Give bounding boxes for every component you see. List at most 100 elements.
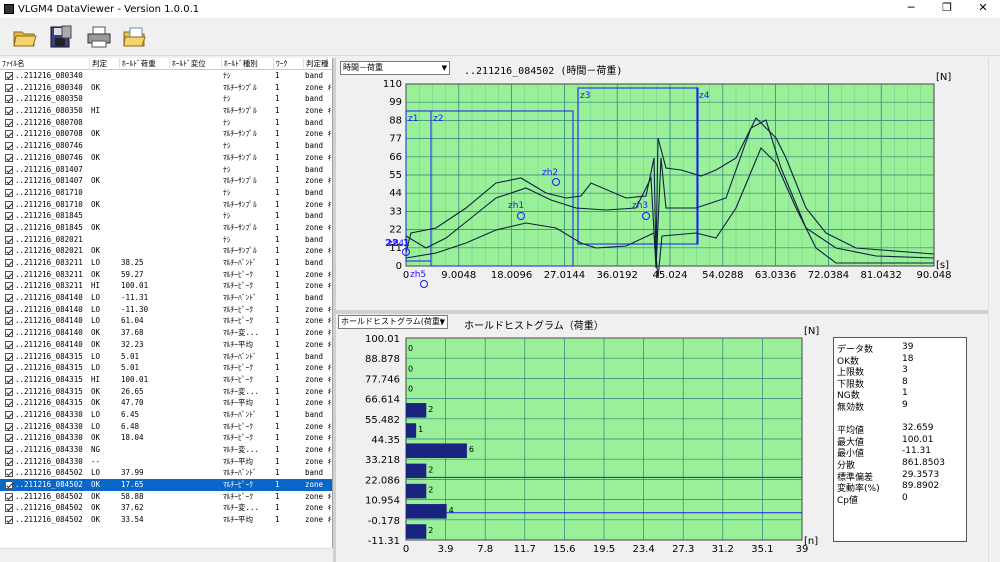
table-row[interactable]: ..211216_081710 ﾅｼ 1 band <box>0 187 332 199</box>
table-row[interactable]: ..211216_084315 LO 5.01 ﾏﾙﾁｰﾊﾞﾝﾄﾞ 1 band <box>0 351 332 363</box>
row-checkbox[interactable] <box>5 200 13 209</box>
row-checkbox[interactable] <box>5 188 13 197</box>
table-row[interactable]: ..211216_084502 OK 37.62 ﾏﾙﾁｰ変... 1 zone ｷ <box>0 502 332 514</box>
row-checkbox[interactable] <box>5 387 13 396</box>
row-checkbox[interactable] <box>5 235 13 244</box>
table-row[interactable]: ..211216_084140 LO -11.31 ﾏﾙﾁｰﾊﾞﾝﾄﾞ 1 band <box>0 292 332 304</box>
cell-work: 1 <box>275 258 280 267</box>
table-row[interactable]: ..211216_084315 OK 26.65 ﾏﾙﾁｰ変... 1 zone ｷ <box>0 386 332 398</box>
row-checkbox[interactable] <box>5 83 13 92</box>
table-row[interactable]: ..211216_084502 OK 33.54 ﾏﾙﾁｰ平均 1 zone ｷ <box>0 514 332 526</box>
row-checkbox[interactable] <box>5 247 13 256</box>
row-checkbox[interactable] <box>5 446 13 454</box>
table-row[interactable]: ..211216_081710 OK ﾏﾙﾁｰｻﾝﾌﾟﾙ 1 zone ｷ <box>0 199 332 211</box>
table-row[interactable]: ..211216_081407 OK ﾏﾙﾁｰｻﾝﾌﾟﾙ 1 zone ｷ <box>0 175 332 187</box>
column-header-judgement-type[interactable]: 判定種 <box>304 58 332 70</box>
row-checkbox[interactable] <box>5 352 13 361</box>
table-row[interactable]: ..211216_084330 OK 18.04 ﾏﾙﾁｰﾋﾟｰｸ 1 zone ｷ <box>0 432 332 444</box>
row-checkbox[interactable] <box>5 504 13 513</box>
row-checkbox[interactable] <box>5 107 13 116</box>
save-disk-icon[interactable] <box>48 24 74 50</box>
table-row[interactable]: ..211216_081407 ﾅｼ 1 band <box>0 164 332 176</box>
table-row[interactable]: ..211216_082021 ﾅｼ 1 band <box>0 234 332 246</box>
table-row[interactable]: ..211216_082021 OK ﾏﾙﾁｰｻﾝﾌﾟﾙ 1 zone ｷ <box>0 245 332 257</box>
table-row[interactable]: ..211216_084330 NG ﾏﾙﾁｰ変... 1 zone ｷ <box>0 444 332 456</box>
row-checkbox[interactable] <box>5 469 13 478</box>
row-checkbox[interactable] <box>5 364 13 373</box>
stat-label: 無効数 <box>837 403 865 413</box>
row-checkbox[interactable] <box>5 259 13 267</box>
title-bar: VLGM4 DataViewer - Version 1.0.0.1 ─ ❐ ✕ <box>0 0 1000 18</box>
column-header-filename[interactable]: ﾌｧｲﾙ名 <box>0 58 90 70</box>
table-row[interactable]: ..211216_081845 OK ﾏﾙﾁｰｻﾝﾌﾟﾙ 1 zone ｷ <box>0 222 332 234</box>
row-checkbox[interactable] <box>5 422 13 431</box>
row-checkbox[interactable] <box>5 153 13 162</box>
table-row[interactable]: ..211216_084502 OK 58.88 ﾏﾙﾁｰﾋﾟｰｸ 1 zone ｷ <box>0 491 332 503</box>
table-row[interactable]: ..211216_084315 OK 47.70 ﾏﾙﾁｰ平均 1 zone ｷ <box>0 397 332 409</box>
column-header-work[interactable]: ﾜｰｸ <box>274 58 304 70</box>
table-row[interactable]: ..211216_084502 OK 17.65 ﾏﾙﾁｰﾋﾟｰｸ 1 zone <box>0 479 332 491</box>
row-checkbox[interactable] <box>5 305 13 314</box>
table-row[interactable]: ..211216_080746 OK ﾏﾙﾁｰｻﾝﾌﾟﾙ 1 zone ｷ <box>0 152 332 164</box>
row-checkbox[interactable] <box>5 95 13 104</box>
row-checkbox[interactable] <box>5 399 13 408</box>
row-checkbox[interactable] <box>5 492 13 501</box>
cell-hold-type: ﾏﾙﾁｰ変... <box>223 445 260 454</box>
column-header-hold-type[interactable]: ﾎｰﾙﾄﾞ種別 <box>222 58 274 70</box>
column-header-judgement[interactable]: 判定 <box>90 58 120 70</box>
table-row[interactable]: ..211216_084140 OK 32.23 ﾏﾙﾁｰ平均 1 zone ｷ <box>0 339 332 351</box>
row-checkbox[interactable] <box>5 294 13 303</box>
row-checkbox[interactable] <box>5 516 13 525</box>
table-row[interactable]: ..211216_083211 LO 38.25 ﾏﾙﾁｰﾊﾞﾝﾄﾞ 1 band <box>0 257 332 269</box>
table-row[interactable]: ..211216_080708 ﾅｼ 1 band <box>0 117 332 129</box>
table-row[interactable]: ..211216_084330 -- ﾏﾙﾁｰ平均 1 zone ｷ <box>0 456 332 468</box>
row-checkbox[interactable] <box>5 434 13 443</box>
table-row[interactable]: ..211216_083211 HI 100.01 ﾏﾙﾁｰﾋﾟｰｸ 1 zone ｷ <box>0 280 332 292</box>
table-row[interactable]: ..211216_080350 ﾅｼ 1 band <box>0 93 332 105</box>
row-checkbox[interactable] <box>5 142 13 151</box>
y-tick-label: 0 <box>396 261 402 272</box>
table-row[interactable]: ..211216_084140 LO -11.30 ﾏﾙﾁｰﾋﾟｰｸ 1 zone ｷ <box>0 304 332 316</box>
table-row[interactable]: ..211216_084140 LO 61.04 ﾏﾙﾁｰﾋﾟｰｸ 1 zone ｷ <box>0 315 332 327</box>
table-row[interactable]: ..211216_084330 LO 6.45 ﾏﾙﾁｰﾊﾞﾝﾄﾞ 1 band <box>0 409 332 421</box>
table-row[interactable]: ..211216_080708 OK ﾏﾙﾁｰｻﾝﾌﾟﾙ 1 zone ｷ <box>0 128 332 140</box>
row-checkbox[interactable] <box>5 317 13 326</box>
table-row[interactable]: ..211216_084330 LO 6.48 ﾏﾙﾁｰﾋﾟｰｸ 1 zone ｷ <box>0 421 332 433</box>
row-checkbox[interactable] <box>5 340 13 349</box>
table-row[interactable]: ..211216_084502 LO 37.99 ﾏﾙﾁｰﾊﾞﾝﾄﾞ 1 band <box>0 467 332 479</box>
row-checkbox[interactable] <box>5 118 13 127</box>
row-checkbox[interactable] <box>5 375 13 384</box>
table-row[interactable]: ..211216_084315 LO 5.01 ﾏﾙﾁｰﾋﾟｰｸ 1 zone ｷ <box>0 362 332 374</box>
cell-filename: ..211216_084140 <box>15 316 83 326</box>
row-checkbox[interactable] <box>5 212 13 221</box>
row-checkbox[interactable] <box>5 177 13 186</box>
table-row[interactable]: ..211216_081845 ﾅｼ 1 band <box>0 210 332 222</box>
row-checkbox[interactable] <box>5 165 13 174</box>
cell-judgement-type: band <box>305 211 324 221</box>
row-checkbox[interactable] <box>5 410 13 419</box>
row-checkbox[interactable] <box>5 72 13 80</box>
table-row[interactable]: ..211216_084315 HI 100.01 ﾏﾙﾁｰﾋﾟｰｸ 1 zone ｷ <box>0 374 332 386</box>
table-row[interactable]: ..211216_080350 HI ﾏﾙﾁｰｻﾝﾌﾟﾙ 1 zone ｷ <box>0 105 332 117</box>
table-row[interactable]: ..211216_080340 OK ﾏﾙﾁｰｻﾝﾌﾟﾙ 1 zone ｷ <box>0 82 332 94</box>
table-row[interactable]: ..211216_080746 ﾅｼ 1 band <box>0 140 332 152</box>
open-file-icon[interactable] <box>122 24 148 50</box>
row-checkbox[interactable] <box>5 270 13 279</box>
horizontal-scrollbar[interactable] <box>0 548 333 562</box>
row-checkbox[interactable] <box>5 130 13 139</box>
column-header-hold-displacement[interactable]: ﾎｰﾙﾄﾞ変位 <box>170 58 222 70</box>
row-checkbox[interactable] <box>5 282 13 291</box>
open-folder-icon[interactable] <box>12 24 38 50</box>
table-row[interactable]: ..211216_080340 ﾅｼ 1 band <box>0 70 332 82</box>
row-checkbox[interactable] <box>5 223 13 232</box>
close-button[interactable]: ✕ <box>960 0 1000 18</box>
row-checkbox[interactable] <box>5 481 13 490</box>
row-checkbox[interactable] <box>5 457 13 466</box>
column-header-hold-load[interactable]: ﾎｰﾙﾄﾞ荷重 <box>120 58 170 70</box>
row-checkbox[interactable] <box>5 329 13 338</box>
table-row[interactable]: ..211216_083211 OK 59.27 ﾏﾙﾁｰﾋﾟｰｸ 1 zone ｷ <box>0 269 332 281</box>
table-row[interactable]: ..211216_084140 OK 37.68 ﾏﾙﾁｰ変... 1 zone ｷ <box>0 327 332 339</box>
vertical-scrollbar[interactable] <box>988 58 1000 562</box>
x-tick-label: 3.9 <box>438 544 454 555</box>
print-icon[interactable] <box>86 24 112 50</box>
